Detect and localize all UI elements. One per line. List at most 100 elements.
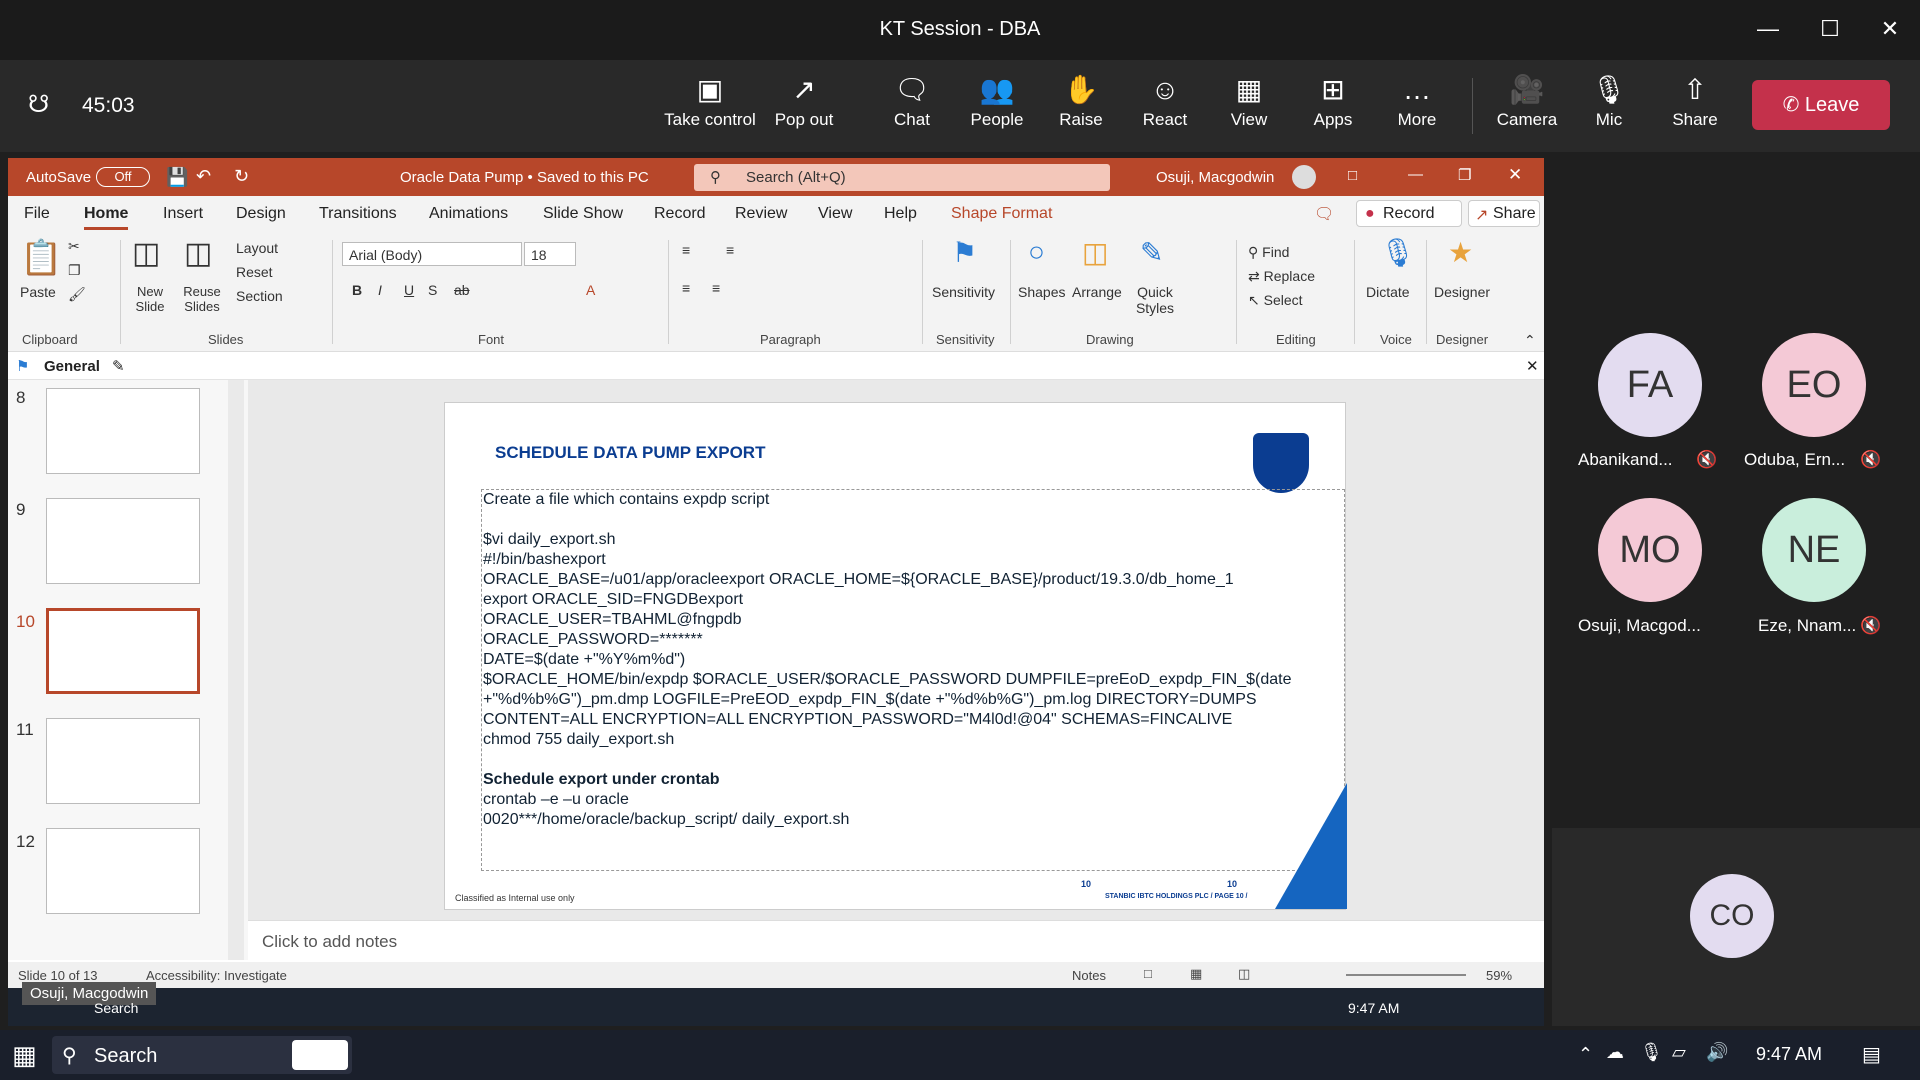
react-button[interactable]: ☺ React [1130, 70, 1200, 130]
windows-start-icon[interactable]: ▦ [12, 1040, 37, 1071]
zoom-level[interactable]: 59% [1486, 968, 1512, 983]
quick-styles-icon[interactable]: ✎ [1140, 236, 1163, 269]
bold-icon[interactable]: B [352, 282, 362, 298]
numbering-icon[interactable]: ≡ [726, 242, 734, 258]
slide-thumbnail[interactable] [46, 388, 200, 474]
system-tray-chevron-icon[interactable]: ⌃ [1578, 1044, 1593, 1065]
search-box[interactable]: ⚲ Search (Alt+Q) [694, 164, 1110, 191]
ppt-restore-icon[interactable]: ❐ [1458, 166, 1471, 184]
autosave-toggle[interactable]: Off [96, 167, 150, 187]
designer-button[interactable]: Designer [1434, 284, 1490, 300]
tab-record[interactable]: Record [654, 205, 706, 223]
zoom-slider[interactable] [1346, 974, 1466, 976]
user-avatar[interactable] [1292, 165, 1316, 189]
volume-icon[interactable]: 🔊 [1706, 1042, 1728, 1063]
avatar[interactable]: MO [1598, 498, 1702, 602]
sensitivity-icon[interactable]: ⚑ [952, 236, 977, 269]
avatar[interactable]: EO [1762, 333, 1866, 437]
format-painter-icon[interactable]: 🖌 [68, 286, 86, 303]
pop-out-button[interactable]: ↗ Pop out [766, 70, 842, 130]
paste-button[interactable]: Paste [20, 284, 56, 300]
new-slide-icon[interactable]: ◫ [132, 236, 160, 271]
tab-review[interactable]: Review [735, 205, 787, 223]
edit-icon[interactable]: ✎ [112, 357, 125, 375]
notifications-icon[interactable]: ▤ [1862, 1042, 1881, 1067]
strikethrough-icon[interactable]: ab [454, 282, 470, 298]
align-left-icon[interactable]: ≡ [682, 280, 690, 296]
avatar[interactable]: FA [1598, 333, 1702, 437]
reuse-slides-icon[interactable]: ◫ [184, 236, 212, 271]
tab-shape-format[interactable]: Shape Format [951, 205, 1052, 223]
arrange-button[interactable]: Arrange [1072, 284, 1122, 300]
close-bar-icon[interactable]: ✕ [1526, 357, 1539, 375]
camera-button[interactable]: 🎥 Camera [1490, 70, 1564, 130]
undo-icon[interactable]: ↶ [196, 166, 211, 187]
layout-button[interactable]: Layout [236, 240, 278, 256]
sorter-view-icon[interactable]: ▦ [1190, 966, 1202, 982]
accessibility-status[interactable]: Accessibility: Investigate [146, 968, 287, 983]
record-button[interactable]: ● Record [1356, 200, 1462, 227]
maximize-icon[interactable]: ☐ [1810, 14, 1850, 46]
share-button[interactable]: ⇧ Share [1660, 70, 1730, 130]
close-icon[interactable]: ✕ [1870, 14, 1910, 46]
ppt-share-button[interactable]: ↗ Share [1468, 200, 1540, 227]
slide-thumbnail[interactable] [46, 718, 200, 804]
slide-thumbnail[interactable] [46, 828, 200, 914]
tab-home[interactable]: Home [84, 205, 129, 230]
find-button[interactable]: ⚲ Find [1248, 244, 1289, 261]
notes-pane[interactable]: Click to add notes [248, 920, 1544, 962]
network-icon[interactable]: ▱ [1672, 1042, 1686, 1063]
section-button[interactable]: Section [236, 288, 283, 304]
ppt-minimize-icon[interactable]: — [1408, 166, 1423, 183]
minimize-icon[interactable]: — [1748, 14, 1788, 46]
tab-help[interactable]: Help [884, 205, 917, 223]
quick-styles-button[interactable]: Quick Styles [1132, 284, 1178, 316]
shadow-icon[interactable]: S [428, 282, 437, 298]
redo-icon[interactable]: ↻ [234, 166, 249, 187]
comment-icon[interactable]: 🗨 [1314, 204, 1334, 224]
cut-icon[interactable]: ✂ [68, 238, 80, 255]
save-icon[interactable]: 💾 [166, 167, 188, 188]
replace-button[interactable]: ⇄ Replace [1248, 268, 1315, 285]
tab-design[interactable]: Design [236, 205, 286, 223]
mic-button[interactable]: 🎙 Mic [1576, 70, 1642, 130]
tab-insert[interactable]: Insert [163, 205, 203, 223]
tab-view[interactable]: View [818, 205, 852, 223]
thumbnail-scrollbar[interactable] [228, 380, 244, 960]
reading-view-icon[interactable]: ◫ [1238, 966, 1250, 982]
normal-view-icon[interactable]: □ [1144, 966, 1152, 981]
reset-button[interactable]: Reset [236, 264, 273, 280]
document-title[interactable]: Oracle Data Pump • Saved to this PC [400, 169, 649, 186]
people-button[interactable]: 👥 People [960, 70, 1034, 130]
tab-animations[interactable]: Animations [429, 205, 508, 223]
sensitivity-button[interactable]: Sensitivity [932, 284, 995, 300]
slide-thumbnail-selected[interactable] [46, 608, 200, 694]
new-slide-button[interactable]: New Slide [130, 284, 170, 314]
designer-icon[interactable]: ★ [1448, 236, 1473, 269]
onedrive-icon[interactable]: ☁ [1606, 1042, 1624, 1063]
tab-slide-show[interactable]: Slide Show [543, 205, 623, 223]
select-button[interactable]: ↖ Select [1248, 292, 1303, 309]
reuse-slides-button[interactable]: Reuse Slides [180, 284, 224, 314]
italic-icon[interactable]: I [378, 282, 382, 298]
shapes-icon[interactable]: ○ [1028, 236, 1045, 268]
dictate-button[interactable]: Dictate [1366, 284, 1410, 300]
shapes-button[interactable]: Shapes [1018, 284, 1065, 300]
taskbar-search[interactable]: ⚲ Search [52, 1036, 352, 1074]
underline-icon[interactable]: U [404, 282, 414, 298]
font-size-dropdown[interactable]: 18 [524, 242, 576, 266]
avatar[interactable]: NE [1762, 498, 1866, 602]
apps-button[interactable]: ⊞ Apps [1298, 70, 1368, 130]
avatar[interactable]: CO [1690, 874, 1774, 958]
collapse-ribbon-icon[interactable]: ⌃ [1524, 332, 1536, 349]
font-name-dropdown[interactable]: Arial (Body) [342, 242, 522, 266]
leave-button[interactable]: ✆ Leave [1752, 80, 1890, 130]
ribbon-display-icon[interactable]: □ [1348, 167, 1357, 184]
tab-transitions[interactable]: Transitions [319, 205, 397, 223]
more-button[interactable]: … More [1382, 70, 1452, 130]
paste-icon[interactable]: 📋 [20, 238, 62, 278]
mic-tray-icon[interactable]: 🎙 [1640, 1042, 1663, 1063]
copy-icon[interactable]: ❐ [68, 262, 81, 279]
view-button[interactable]: ▦ View [1214, 70, 1284, 130]
align-center-icon[interactable]: ≡ [712, 280, 720, 296]
